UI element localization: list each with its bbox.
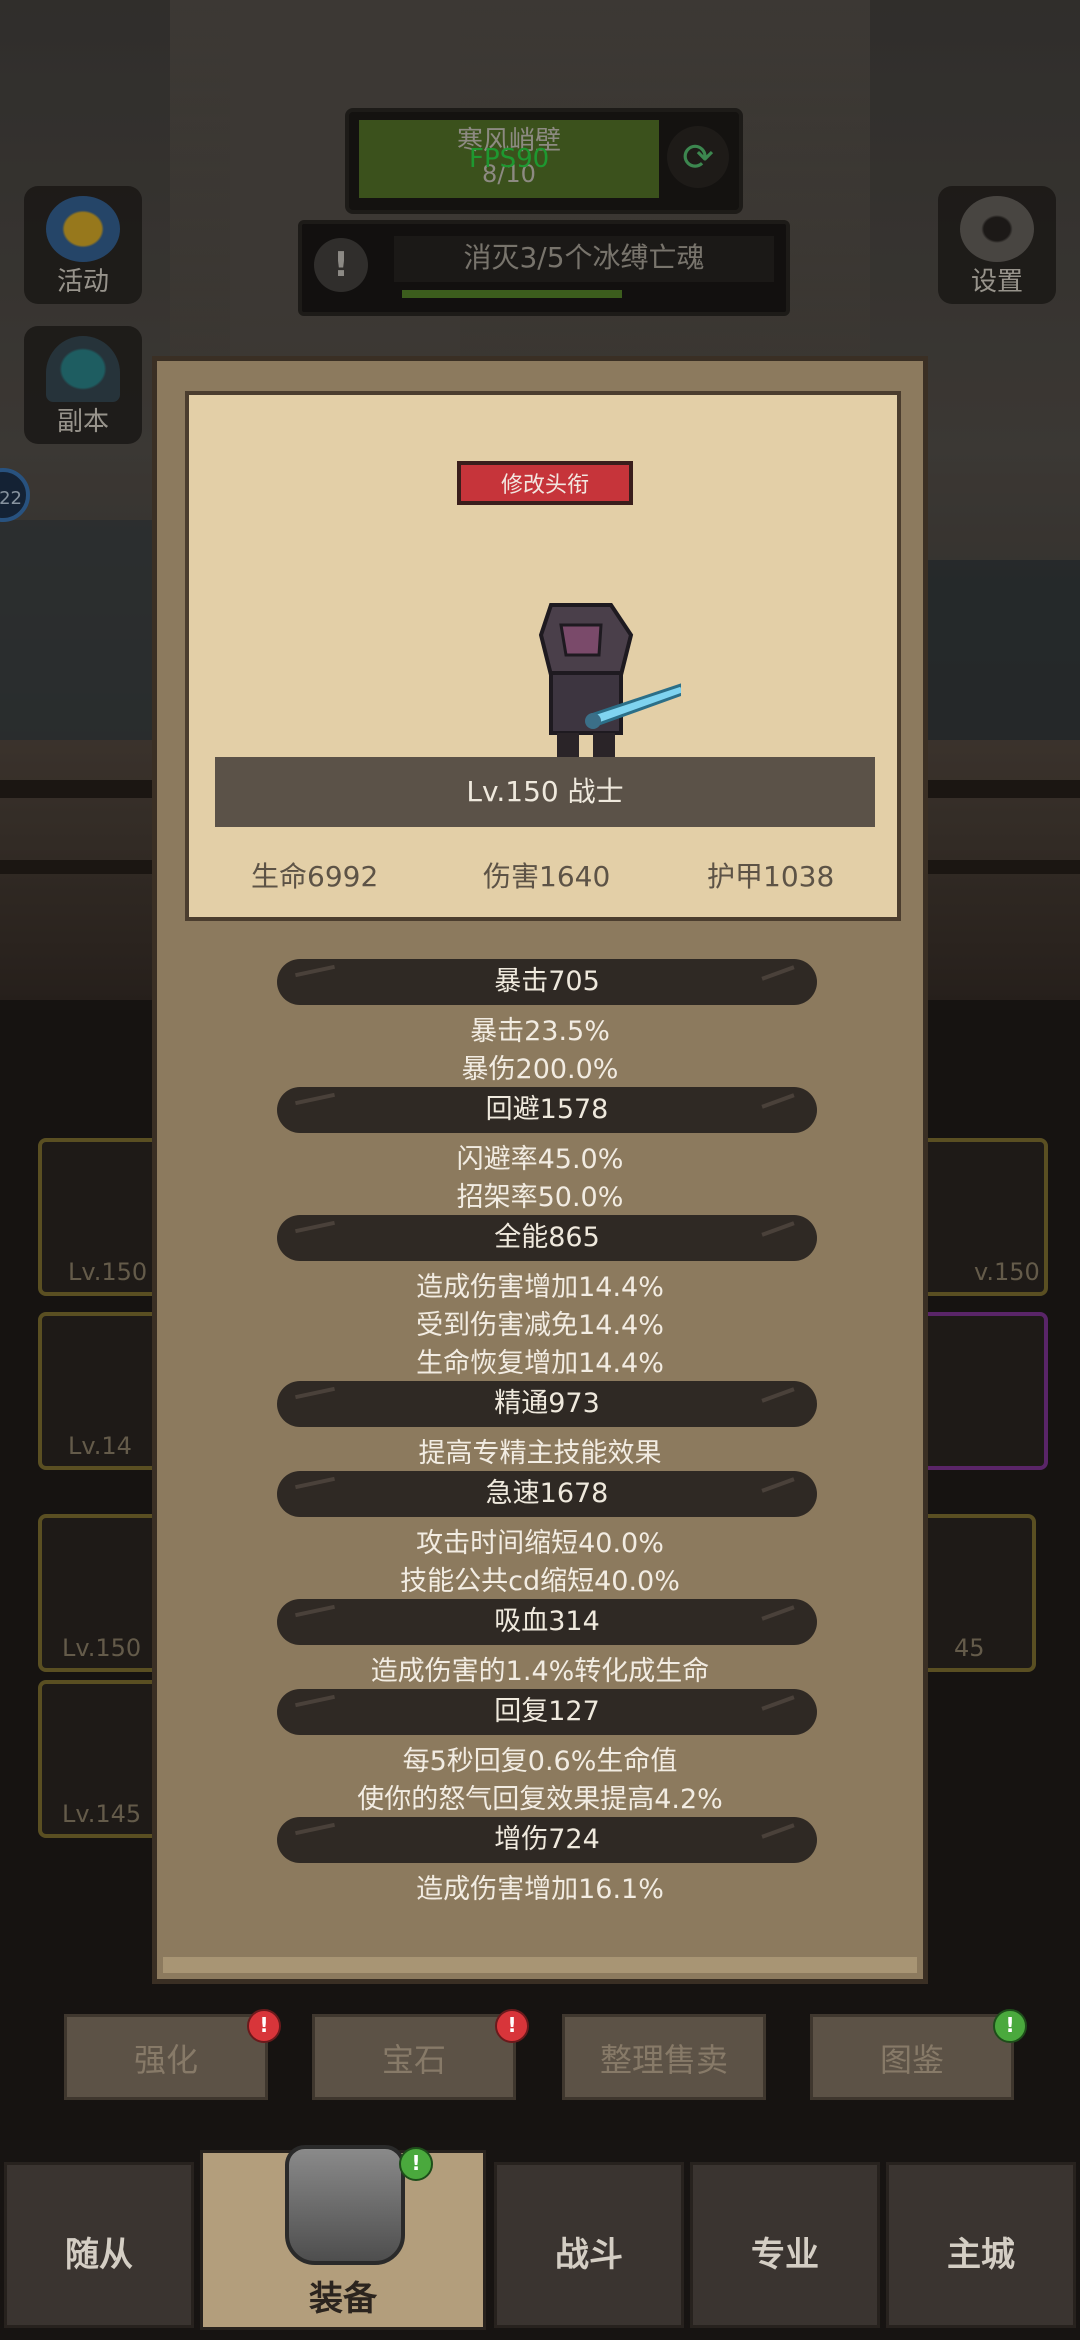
tab-main-city[interactable]: 主城 (886, 2162, 1076, 2328)
tab-equipment-label: 装备 (309, 2279, 377, 2319)
lifesteal-line: 造成伤害的1.4%转化成生命 (370, 1656, 710, 1687)
codex-label: 图鉴 (879, 2041, 944, 2079)
tab-equipment[interactable]: ! 装备 (200, 2145, 486, 2330)
tab-followers-label: 随从 (65, 2235, 133, 2275)
regen-section-header: 回复127 (277, 1689, 817, 1735)
notification-badge: ! (399, 2147, 433, 2181)
sort-sell-button[interactable]: 整理售卖 (562, 2014, 766, 2100)
armor-stat: 护甲1038 (707, 860, 835, 893)
crit-rate-line: 暴击23.5% (470, 1016, 610, 1047)
tab-profession[interactable]: 专业 (690, 2162, 880, 2328)
bottom-navigation: 随从 ! 装备 战斗 专业 主城 (0, 2140, 1080, 2340)
level-class-banner: Lv.150 战士 (215, 757, 875, 827)
notification-badge: ! (495, 2009, 529, 2043)
lifesteal-section-header: 吸血314 (277, 1599, 817, 1645)
versatility-section-header: 全能865 (277, 1215, 817, 1261)
mastery-section-header: 精通973 (277, 1381, 817, 1427)
notification-badge: ! (993, 2009, 1027, 2043)
parry-rate-line: 招架率50.0% (456, 1182, 624, 1213)
character-portrait-card: 修改头衔 Lv.150 战士 生命6992 伤害1640 护甲1038 (185, 391, 901, 921)
crit-section-header: 暴击705 (277, 959, 817, 1005)
regen-line-2: 使你的怒气回复效果提高4.2% (357, 1784, 723, 1815)
versatility-line-2: 受到伤害减免14.4% (416, 1310, 664, 1341)
gem-label: 宝石 (381, 2041, 446, 2079)
damage-boost-line: 造成伤害增加16.1% (416, 1874, 664, 1905)
evasion-section-header: 回避1578 (277, 1087, 817, 1133)
tab-battle-label: 战斗 (555, 2235, 623, 2275)
versatility-line-3: 生命恢复增加14.4% (416, 1348, 664, 1379)
versatility-line-1: 造成伤害增加14.4% (416, 1272, 664, 1303)
armor-icon (285, 2145, 405, 2265)
tab-battle[interactable]: 战斗 (494, 2162, 684, 2328)
haste-section-header: 急速1678 (277, 1471, 817, 1517)
modal-bottom-trim (163, 1957, 917, 1973)
sort-sell-label: 整理售卖 (599, 2041, 728, 2079)
enhance-button[interactable]: 强化 ! (64, 2009, 281, 2100)
tab-followers[interactable]: 随从 (4, 2162, 194, 2328)
crit-damage-line: 暴伤200.0% (461, 1054, 619, 1085)
gem-button[interactable]: 宝石 ! (312, 2009, 529, 2100)
damage-boost-section-header: 增伤724 (277, 1817, 817, 1863)
haste-line-1: 攻击时间缩短40.0% (416, 1528, 664, 1559)
dodge-rate-line: 闪避率45.0% (456, 1144, 624, 1175)
hp-stat: 生命6992 (251, 860, 379, 893)
mastery-line: 提高专精主技能效果 (418, 1438, 662, 1469)
damage-stat: 伤害1640 (483, 860, 611, 893)
edit-title-button[interactable]: 修改头衔 (457, 461, 633, 505)
notification-badge: ! (247, 2009, 281, 2043)
tab-profession-label: 专业 (751, 2235, 819, 2275)
warrior-avatar (538, 603, 681, 761)
regen-line-1: 每5秒回复0.6%生命值 (402, 1746, 678, 1777)
enhance-label: 强化 (133, 2041, 198, 2079)
haste-line-2: 技能公共cd缩短40.0% (400, 1566, 680, 1597)
tab-main-city-label: 主城 (947, 2235, 1015, 2275)
character-stats-modal: 修改头衔 Lv.150 战士 生命6992 伤害1640 护甲1038 暴击70… (152, 356, 928, 1984)
codex-button[interactable]: 图鉴 ! (810, 2009, 1027, 2100)
